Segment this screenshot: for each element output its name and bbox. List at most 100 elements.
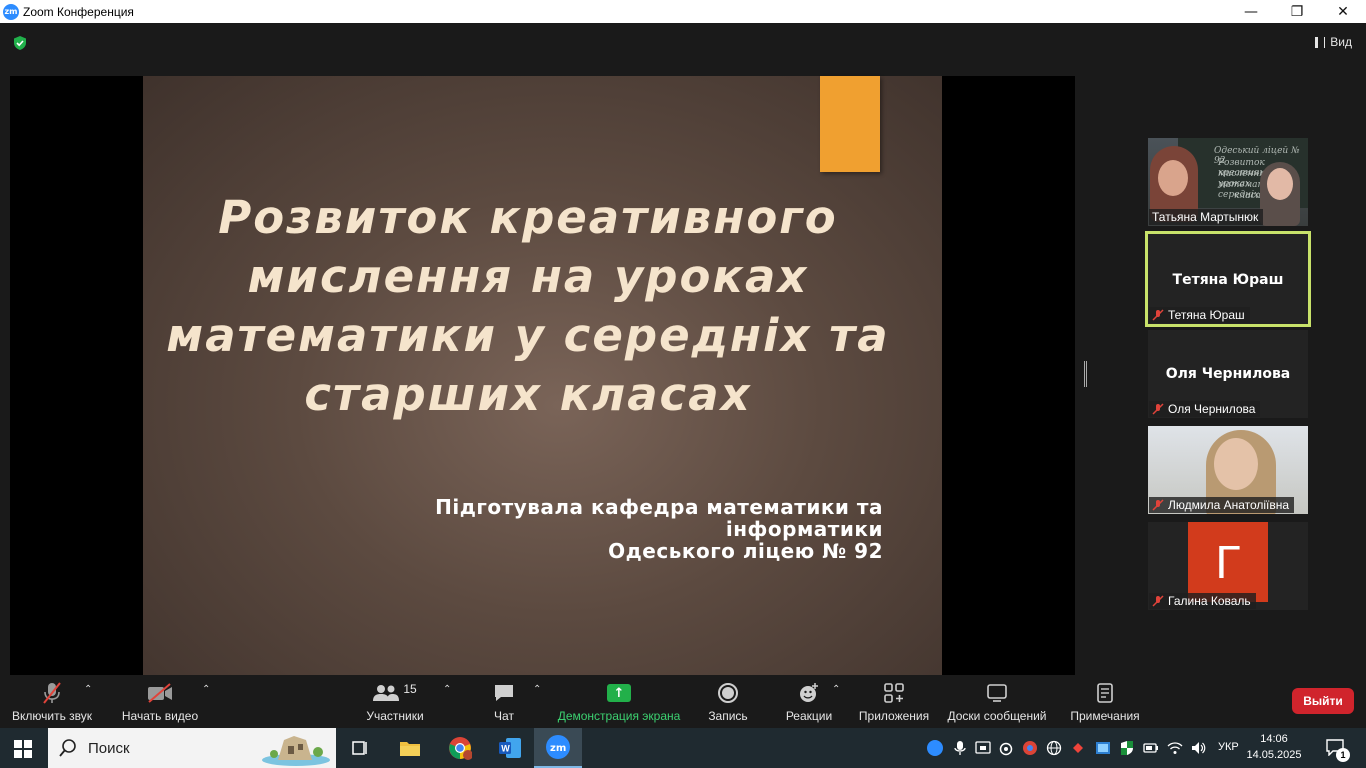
unmute-button[interactable]: Включить звук bbox=[8, 681, 96, 723]
participant-tile[interactable]: Людмила Анатоліївна bbox=[1148, 426, 1308, 514]
sync-tray-icon[interactable] bbox=[998, 740, 1014, 756]
zoom-tray-icon[interactable] bbox=[927, 740, 943, 756]
unmute-label: Включить звук bbox=[11, 709, 93, 723]
participant-name: Татьяна Мартынюк bbox=[1152, 210, 1259, 224]
chat-label: Чат bbox=[494, 709, 514, 723]
slide-title-line: старших класах bbox=[304, 368, 752, 421]
panel-resize-handle[interactable] bbox=[1084, 361, 1087, 387]
window-title: Zoom Конференция bbox=[23, 4, 134, 19]
chat-icon bbox=[495, 685, 513, 701]
clock-time: 14:06 bbox=[1260, 733, 1288, 745]
battery-tray-icon[interactable] bbox=[1143, 740, 1159, 756]
record-label: Запись bbox=[708, 709, 748, 723]
participant-name-label: Тетяна Юраш bbox=[1149, 307, 1250, 323]
participant-name-label: Людмила Анатоліївна bbox=[1149, 497, 1295, 513]
microphone-tray-icon[interactable] bbox=[952, 740, 968, 756]
participant-display-name: Оля Чернилова bbox=[1165, 366, 1291, 382]
task-view-icon[interactable] bbox=[336, 728, 384, 768]
participants-label: Участники bbox=[366, 709, 424, 723]
search-icon bbox=[59, 739, 76, 757]
search-highlight-illustration bbox=[262, 736, 330, 766]
slide-subtitle-line: Одеського ліцею № 92 bbox=[608, 539, 883, 563]
close-button[interactable]: ✕ bbox=[1320, 0, 1366, 23]
participants-icon bbox=[373, 685, 400, 701]
participants-button[interactable]: 15 Участники bbox=[362, 681, 428, 723]
reactions-options-caret[interactable]: ⌃ bbox=[832, 684, 840, 695]
audio-options-caret[interactable]: ⌃ bbox=[84, 684, 92, 695]
taskbar-search[interactable]: Поиск bbox=[48, 728, 336, 768]
apps-button[interactable]: Приложения bbox=[856, 681, 932, 723]
chat-button[interactable]: Чат bbox=[484, 681, 524, 723]
record-button[interactable]: Запись bbox=[704, 681, 752, 723]
slide-subtitle: Підготувала кафедра математики та інформ… bbox=[403, 496, 883, 562]
security-shield-tray-icon[interactable] bbox=[1119, 740, 1135, 756]
chat-options-caret[interactable]: ⌃ bbox=[533, 684, 541, 695]
search-placeholder: Поиск bbox=[88, 739, 130, 757]
mic-muted-icon bbox=[1152, 499, 1164, 511]
participant-tile[interactable]: Оля Чернилова Оля Чернилова bbox=[1148, 330, 1308, 418]
participant-name-label: Оля Чернилова bbox=[1149, 401, 1261, 417]
display-tray-icon[interactable] bbox=[1095, 740, 1111, 756]
taskbar-clock[interactable]: 14:06 14.05.2025 bbox=[1244, 731, 1304, 763]
video-options-caret[interactable]: ⌃ bbox=[202, 684, 210, 695]
file-explorer-icon[interactable] bbox=[386, 728, 434, 768]
participant-tile[interactable]: Г Галина Коваль bbox=[1148, 522, 1308, 610]
notes-icon bbox=[1097, 683, 1113, 703]
presentation-slide: Розвиток креативного мислення на уроках … bbox=[143, 76, 942, 675]
window-titlebar: zm Zoom Конференция — ❐ ✕ bbox=[0, 0, 1366, 23]
maximize-button[interactable]: ❐ bbox=[1274, 0, 1320, 23]
screen-tray-icon[interactable] bbox=[975, 740, 991, 756]
start-video-label: Начать видео bbox=[121, 709, 199, 723]
volume-tray-icon[interactable] bbox=[1190, 740, 1206, 756]
view-button-label: Вид bbox=[1330, 35, 1352, 49]
slide-title-line: математики у середніх та bbox=[166, 309, 890, 362]
share-screen-button[interactable]: ↑ Демонстрация экрана bbox=[556, 681, 682, 723]
start-video-button[interactable]: Начать видео bbox=[120, 681, 200, 723]
participant-name: Галина Коваль bbox=[1168, 594, 1251, 608]
zoom-taskbar-icon[interactable]: zm bbox=[534, 728, 582, 768]
slide-subtitle-line: Підготувала кафедра математики та bbox=[435, 495, 883, 519]
meeting-area: Вид Розвиток креативного мислення на уро… bbox=[0, 23, 1366, 676]
participants-count: 15 bbox=[403, 682, 417, 696]
whiteboards-label: Доски сообщений bbox=[947, 709, 1047, 723]
apps-label: Приложения bbox=[858, 709, 930, 723]
participant-tile[interactable]: Одеський ліцей № 92 Розвиток креативного… bbox=[1148, 138, 1308, 226]
windows-start-icon[interactable] bbox=[14, 740, 32, 758]
chrome-tray-icon[interactable] bbox=[1022, 740, 1038, 756]
leave-meeting-button[interactable]: Выйти bbox=[1292, 688, 1354, 714]
share-screen-label: Демонстрация экрана bbox=[557, 709, 681, 723]
shield-icon[interactable] bbox=[12, 35, 28, 51]
slide-title: Розвиток креативного мислення на уроках … bbox=[163, 188, 893, 424]
view-layout-icon bbox=[1315, 36, 1326, 48]
minimize-button[interactable]: — bbox=[1228, 0, 1274, 23]
keyboard-language[interactable]: УКР bbox=[1218, 741, 1239, 753]
word-icon[interactable]: W bbox=[486, 728, 534, 768]
mic-muted-icon bbox=[1152, 595, 1164, 607]
svg-text:zm: zm bbox=[550, 743, 566, 754]
mic-muted-icon bbox=[1152, 309, 1164, 321]
zoom-app-icon: zm bbox=[3, 3, 19, 20]
anydesk-tray-icon[interactable] bbox=[1070, 740, 1086, 756]
network-globe-tray-icon[interactable] bbox=[1046, 740, 1062, 756]
share-screen-icon: ↑ bbox=[607, 684, 631, 702]
shared-screen: Розвиток креативного мислення на уроках … bbox=[10, 76, 1075, 675]
chrome-icon[interactable] bbox=[436, 728, 484, 768]
wifi-tray-icon[interactable] bbox=[1167, 740, 1183, 756]
reactions-label: Реакции bbox=[785, 709, 833, 723]
record-icon bbox=[718, 683, 738, 703]
notes-button[interactable]: Примечания bbox=[1066, 681, 1144, 723]
whiteboards-button[interactable]: Доски сообщений bbox=[944, 681, 1050, 723]
participant-tile[interactable]: Тетяна Юраш Тетяна Юраш bbox=[1145, 231, 1311, 327]
meeting-toolbar: Включить звук ⌃ Начать видео ⌃ 15 Участн… bbox=[0, 676, 1366, 728]
notes-label: Примечания bbox=[1070, 709, 1140, 723]
reactions-button[interactable]: Реакции bbox=[782, 681, 836, 723]
slide-accent-tab bbox=[820, 76, 880, 172]
participant-display-name: Тетяна Юраш bbox=[1172, 272, 1284, 288]
clock-date: 14.05.2025 bbox=[1246, 749, 1302, 761]
participant-name-label: Татьяна Мартынюк bbox=[1149, 209, 1264, 225]
whiteboard-icon bbox=[987, 684, 1007, 702]
mic-muted-icon bbox=[43, 682, 61, 704]
slide-title-line: мислення на уроках bbox=[247, 250, 809, 303]
view-button[interactable]: Вид bbox=[1315, 35, 1352, 49]
participants-options-caret[interactable]: ⌃ bbox=[443, 684, 451, 695]
